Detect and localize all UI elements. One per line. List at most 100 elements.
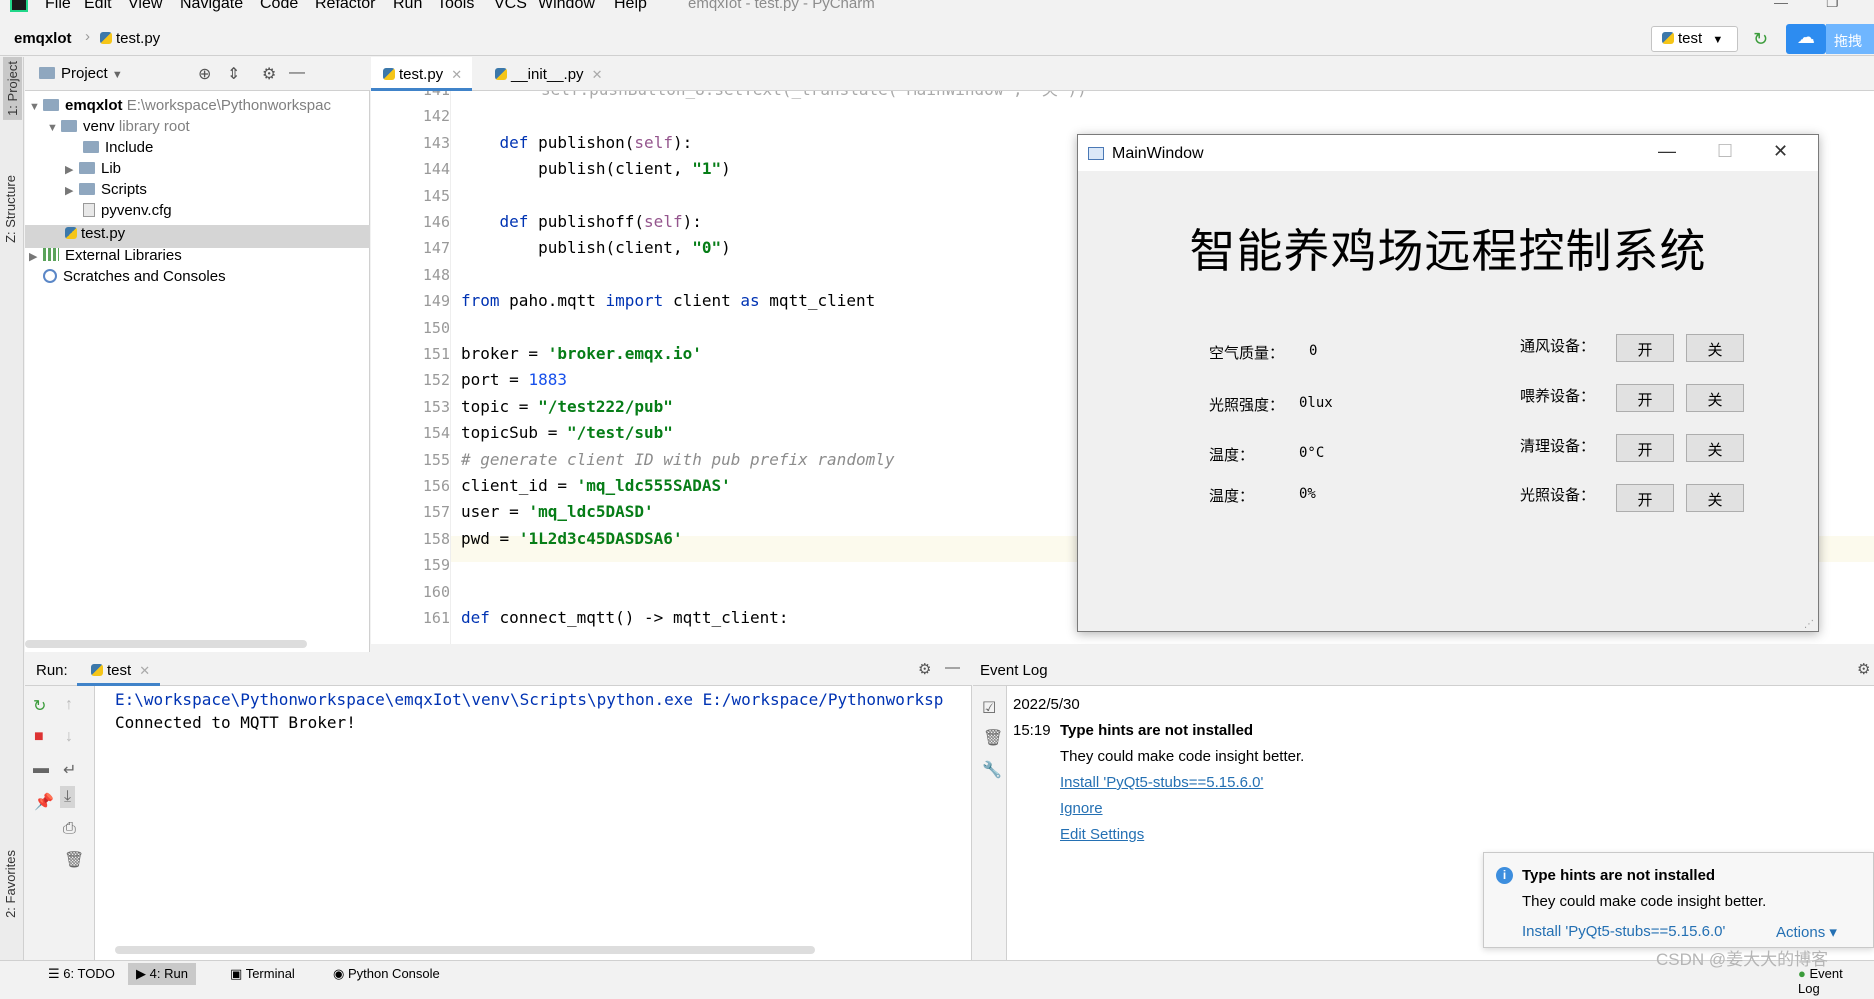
run-icon: ▶ (136, 966, 146, 981)
notification-install-link[interactable]: Install 'PyQt5-stubs==5.15.6.0' (1522, 923, 1725, 940)
horizontal-scrollbar[interactable] (115, 946, 815, 954)
breadcrumb-file[interactable]: test.py (100, 30, 160, 47)
tool-tab-run[interactable]: ▶ 4: Run (128, 963, 196, 985)
notification-actions-link[interactable]: Actions ▾ (1776, 923, 1837, 941)
drag-button[interactable]: 拖拽 (1826, 24, 1874, 54)
menu-refactor[interactable]: Refactor (315, 0, 375, 13)
close-icon[interactable]: ✕ (139, 663, 150, 678)
tool-tab-python-console[interactable]: ◉ Python Console (325, 963, 448, 985)
cleaning-off-button[interactable]: 关 (1686, 434, 1744, 462)
python-run-icon (1662, 32, 1674, 44)
ventilation-on-button[interactable]: 开 (1616, 334, 1674, 362)
line-number: 151 (422, 345, 450, 363)
mark-read-icon[interactable]: ☑ (982, 698, 996, 718)
menu-window[interactable]: Window (538, 0, 595, 13)
code-line-partial: self.pushButton_8.setText(_translate("Ma… (541, 91, 1087, 100)
collapse-all-icon[interactable]: ⇕ (227, 64, 240, 84)
scratches-icon (43, 269, 57, 283)
run-config-selector[interactable]: test ▼ (1651, 26, 1738, 52)
close-icon[interactable]: ✕ (451, 67, 462, 82)
layout-icon[interactable]: ▬ (33, 760, 49, 778)
cloud-icon[interactable]: ☁ (1786, 24, 1826, 54)
trash-icon[interactable]: 🗑 (983, 728, 1003, 748)
event-body: They could make code insight better. (1060, 748, 1305, 765)
rerun-icon[interactable]: ↻ (1753, 29, 1768, 50)
editor-tab-bar: test.py ✕ __init__.py ✕ (371, 57, 1874, 91)
code-line: pwd = '1L2d3c45DASDSA6' (461, 528, 683, 548)
lighting-off-button[interactable]: 关 (1686, 484, 1744, 512)
project-view-selector[interactable]: Project ▼ (39, 65, 123, 82)
run-tab-test[interactable]: test ✕ (77, 654, 161, 686)
horizontal-scrollbar[interactable] (25, 640, 307, 648)
minimize-icon[interactable]: — (1774, 0, 1788, 10)
gear-icon[interactable]: ⚙ (262, 64, 276, 84)
cleaning-on-button[interactable]: 开 (1616, 434, 1674, 462)
soft-wrap-icon[interactable]: ↵ (63, 760, 76, 780)
bottom-tool-bar: ☰ 6: TODO ▶ 4: Run ▣ Terminal ◉ Python C… (0, 960, 1874, 996)
feeding-on-button[interactable]: 开 (1616, 384, 1674, 412)
lighting-on-button[interactable]: 开 (1616, 484, 1674, 512)
wrench-icon[interactable]: 🔧 (982, 760, 1002, 780)
scroll-to-end-icon[interactable]: ⤓ (60, 786, 76, 808)
maximize-icon[interactable]: ❐ (1826, 0, 1839, 11)
dialog-maximize-icon[interactable]: ☐ (1717, 141, 1733, 162)
menu-view[interactable]: View (128, 0, 162, 13)
ventilation-off-button[interactable]: 关 (1686, 334, 1744, 362)
event-log-title: Event Log (980, 662, 1048, 679)
menu-run[interactable]: Run (393, 0, 422, 13)
line-number: 144 (422, 160, 450, 179)
menu-vcs[interactable]: VCS (494, 0, 527, 13)
rerun-icon[interactable]: ↻ (33, 696, 46, 716)
menu-file[interactable]: File (45, 0, 71, 13)
temperature-label: 温度： (1209, 447, 1255, 464)
dialog-minimize-icon[interactable]: — (1658, 141, 1676, 162)
gear-icon[interactable]: ⚙ (918, 660, 931, 678)
tree-item-scratches[interactable]: Scratches and Consoles (43, 268, 388, 293)
install-stubs-link[interactable]: Install 'PyQt5-stubs==5.15.6.0' (1060, 774, 1263, 791)
tree-hint: E:\workspace\Pythonworkspac (126, 97, 331, 114)
tool-tab-project[interactable]: 1: Project (3, 57, 22, 120)
menu-help[interactable]: Help (614, 0, 647, 13)
tree-item-test-py[interactable]: test.py (25, 225, 370, 248)
close-icon[interactable]: ✕ (592, 67, 603, 82)
locate-icon[interactable]: ⊕ (198, 64, 211, 84)
menu-edit[interactable]: Edit (84, 0, 112, 13)
tab-test-py[interactable]: test.py ✕ (371, 57, 473, 91)
up-arrow-icon[interactable]: ↑ (65, 696, 73, 714)
tool-tab-structure[interactable]: Z: Structure (3, 175, 18, 243)
resize-grip-icon[interactable]: ⋰ (1804, 619, 1814, 630)
menu-tools[interactable]: Tools (437, 0, 474, 13)
edit-settings-link[interactable]: Edit Settings (1060, 826, 1144, 843)
gear-icon[interactable]: ⚙ (1857, 660, 1870, 678)
pin-icon[interactable]: 📌 (34, 792, 54, 812)
line-number: 142 (422, 107, 450, 126)
tree-label: pyvenv.cfg (101, 202, 172, 219)
tool-tab-terminal[interactable]: ▣ Terminal (222, 963, 303, 985)
tab-init-py[interactable]: __init__.py ✕ (483, 57, 612, 91)
breadcrumb-file-label: test.py (116, 30, 161, 47)
run-tab-label: test (107, 662, 132, 679)
tree-label: emqxlot (65, 97, 123, 114)
air-quality-value: 0 (1309, 343, 1318, 359)
console-output: E:\workspace\Pythonworkspace\emqxIot\ven… (115, 690, 943, 732)
tree-label: External Libraries (65, 247, 182, 264)
stop-icon[interactable]: ■ (34, 728, 44, 746)
tool-tab-todo[interactable]: ☰ 6: TODO (40, 963, 123, 985)
breadcrumb-project[interactable]: emqxlot (14, 30, 72, 47)
hide-panel-icon[interactable]: — (289, 64, 305, 82)
dialog-heading: 智能养鸡场远程控制系统 (1189, 224, 1707, 278)
dialog-close-icon[interactable]: ✕ (1773, 141, 1788, 162)
menu-navigate[interactable]: Navigate (180, 0, 243, 13)
down-arrow-icon[interactable]: ↓ (65, 728, 73, 746)
print-icon[interactable]: ⎙ (63, 820, 76, 838)
hide-panel-icon[interactable]: — (945, 659, 960, 676)
breadcrumb-separator-icon: › (85, 28, 90, 45)
ignore-link[interactable]: Ignore (1060, 800, 1103, 817)
menu-code[interactable]: Code (260, 0, 298, 13)
temperature-value: 0°C (1299, 445, 1325, 461)
feeding-off-button[interactable]: 关 (1686, 384, 1744, 412)
trash-icon[interactable]: 🗑 (64, 850, 84, 870)
collapsed-arrow-icon: ▶ (29, 251, 38, 263)
tool-tab-label: 4: Run (149, 966, 188, 981)
tool-tab-favorites[interactable]: 2: Favorites (3, 850, 18, 918)
